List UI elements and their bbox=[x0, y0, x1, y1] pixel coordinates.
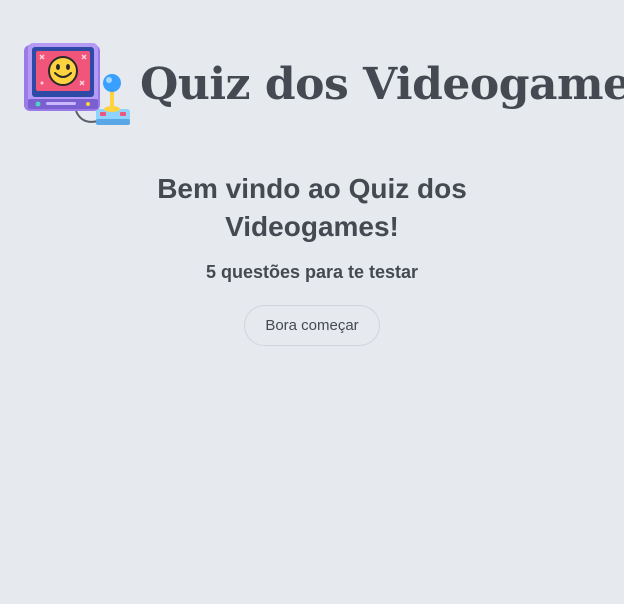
retro-computer-joystick-icon bbox=[24, 43, 130, 125]
quiz-subtitle: 5 questões para te testar bbox=[205, 262, 419, 282]
app-title: Quiz dos Videogames bbox=[140, 58, 624, 110]
header: Quiz dos Videogames bbox=[18, 34, 624, 134]
start-quiz-button[interactable]: Bora começar bbox=[244, 305, 380, 346]
welcome-title: Bem vindo ao Quiz dos Videogames! bbox=[157, 173, 467, 242]
welcome-section: Bem vindo ao Quiz dos Videogames! 5 ques… bbox=[0, 170, 624, 346]
